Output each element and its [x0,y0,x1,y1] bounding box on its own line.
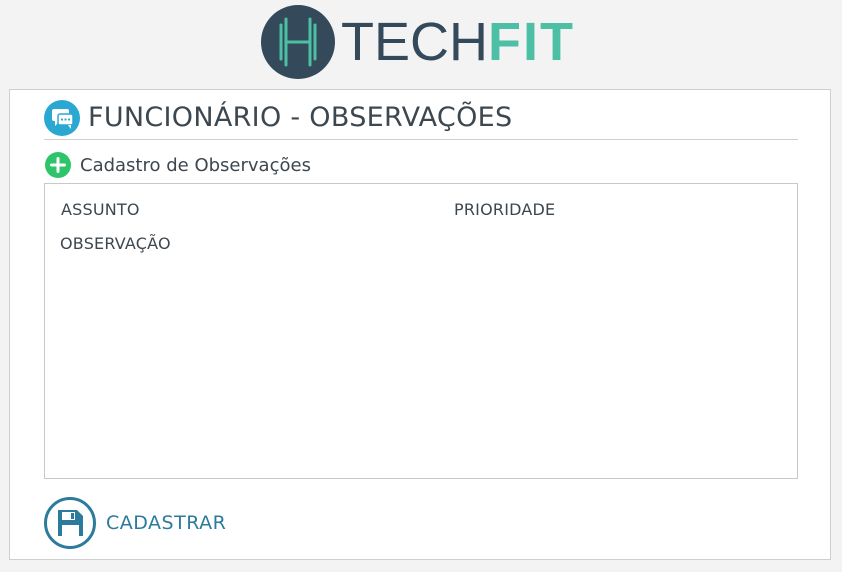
observation-label: OBSERVAÇÃO [60,234,171,253]
page-title: FUNCIONÁRIO - OBSERVAÇÕES [88,102,513,133]
priority-label: PRIORIDADE [454,200,556,219]
plus-circle-icon [45,152,71,178]
brand-name-tech: TECH [341,11,488,72]
brand-name: TECHFIT [341,4,575,81]
techfit-logo: TECHFIT [261,4,575,80]
subject-label: ASSUNTO [61,200,140,219]
observation-form: ASSUNTO PRIORIDADE OBSERVAÇÃO [44,183,798,479]
save-button[interactable]: CADASTRAR [44,494,226,552]
save-button-label: CADASTRAR [106,512,227,534]
brand-name-fit: FIT [488,11,575,72]
chat-bubbles-icon [44,99,80,136]
dumbbell-h-icon [261,5,335,79]
section-title: Cadastro de Observações [80,154,311,176]
main-panel: FUNCIONÁRIO - OBSERVAÇÕES Cadastro de Ob… [9,89,831,560]
page-header: FUNCIONÁRIO - OBSERVAÇÕES [44,99,798,140]
section-header: Cadastro de Observações [45,152,311,178]
floppy-disk-icon [44,497,96,549]
